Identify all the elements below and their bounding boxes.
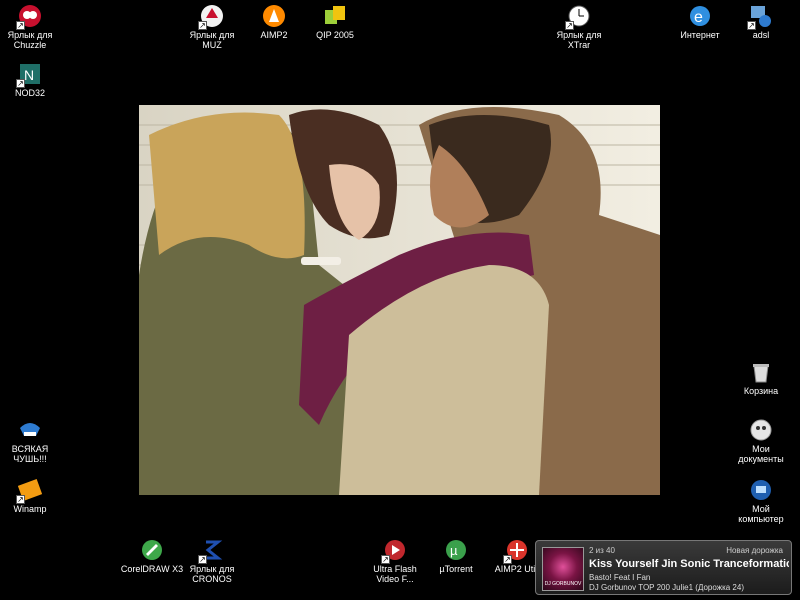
computer-icon	[749, 478, 773, 502]
desktop-icon-label: QIP 2005	[316, 30, 354, 40]
desktop-icon-label: Winamp	[13, 504, 47, 514]
muz-icon: ↗	[198, 4, 224, 30]
network-icon: ↗	[747, 4, 773, 30]
desktop-icon-moi-dokumenty[interactable]: Мои документы	[725, 418, 797, 464]
track-counter: 2 из 40	[589, 546, 615, 555]
desktop-icon-cronos[interactable]: ↗ Ярлык для CRONOS	[176, 538, 248, 584]
desktop-icon-xtrar[interactable]: ↗ Ярлык для XTrar	[543, 4, 615, 50]
track-album: DJ Gorbunov TOP 200 Julie1 (Дорожка 24)	[589, 583, 744, 592]
desktop-icon-winamp[interactable]: ↗ Winamp	[0, 478, 66, 514]
desktop-icon-label: Корзина	[743, 386, 779, 396]
ie-icon: e	[688, 4, 712, 28]
desktop-icon-label: CorelDRAW X3	[120, 564, 184, 574]
folder-icon	[18, 418, 42, 442]
now-playing-notification[interactable]: DJ GORBUNOV 2 из 40 Новая дорожка Kiss Y…	[535, 540, 792, 595]
svg-text:e: e	[694, 9, 703, 26]
track-title: Kiss Yourself Jin Sonic Tranceformation	[589, 558, 789, 570]
desktop-icon-adsl[interactable]: ↗ adsl	[725, 4, 797, 40]
desktop-icon-label: Ярлык для MUZ	[189, 30, 235, 50]
aimp-icon	[262, 4, 286, 28]
desktop-icon-label: Ярлык для Chuzzle	[7, 30, 53, 50]
desktop-icon-moi-komputer[interactable]: Мой компьютер	[725, 478, 797, 524]
aimp-util-icon: ↗	[503, 538, 529, 564]
recycle-bin-icon	[749, 360, 773, 384]
coreldraw-icon	[140, 538, 164, 562]
album-cover-text: DJ GORBUNOV	[544, 581, 582, 587]
desktop-icon-label: AIMP2	[260, 30, 288, 40]
desktop-icon-chuzzle[interactable]: ↗ Ярлык для Chuzzle	[0, 4, 66, 50]
track-artist: Basto! Feat I Fan	[589, 573, 651, 582]
svg-text:µ: µ	[450, 543, 458, 558]
desktop-icon-qip[interactable]: QIP 2005	[299, 4, 371, 40]
desktop-icon-label: ВСЯКАЯ ЧУШЬ!!!	[11, 444, 49, 464]
documents-icon	[749, 418, 773, 442]
desktop-icon-korzina[interactable]: Корзина	[725, 360, 797, 396]
desktop-icon-label: µTorrent	[439, 564, 473, 574]
desktop-icon-label: adsl	[752, 30, 770, 40]
winamp-icon: ↗	[16, 478, 43, 504]
cronos-icon: ↗	[198, 538, 224, 564]
new-track-badge: Новая дорожка	[726, 546, 783, 555]
desktop-icon-label: Ярлык для CRONOS	[189, 564, 235, 584]
qip-icon	[323, 4, 347, 28]
utorrent-icon: µ	[444, 538, 468, 562]
nod32-icon: N ↗	[16, 62, 42, 88]
desktop-icon-label: NOD32	[14, 88, 45, 98]
desktop-icon-label: Ultra Flash Video F...	[373, 564, 417, 584]
clock-icon: ↗	[565, 4, 591, 30]
desktop-icon-label: Мои документы	[738, 444, 784, 464]
svg-text:N: N	[24, 67, 34, 83]
chuzzle-icon: ↗	[16, 4, 42, 30]
desktop-icon-label: Интернет	[680, 30, 720, 40]
desktop-icon-nod32[interactable]: N ↗ NOD32	[0, 62, 66, 98]
wallpaper-photo	[139, 105, 660, 495]
desktop-icon-label: AIMP2 Utili	[494, 564, 540, 574]
desktop-icon-vsyakaya[interactable]: ВСЯКАЯ ЧУШЬ!!!	[0, 418, 66, 464]
desktop-icon-label: Ярлык для XTrar	[556, 30, 602, 50]
desktop-icon-label: Мой компьютер	[738, 504, 784, 524]
wallpaper-image	[139, 105, 660, 495]
flash-video-icon: ↗	[381, 538, 407, 564]
album-cover: DJ GORBUNOV	[542, 547, 584, 591]
